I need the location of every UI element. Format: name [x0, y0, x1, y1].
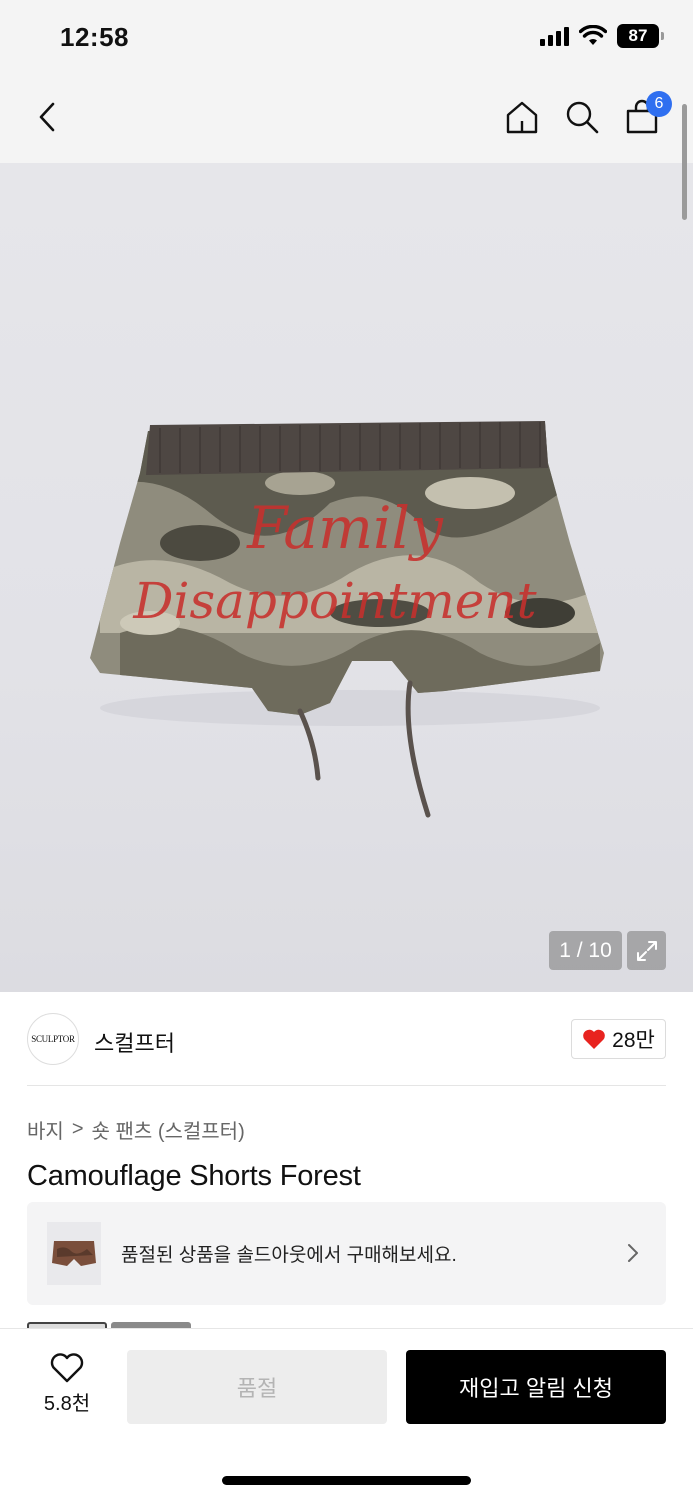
cellular-signal-icon [540, 26, 569, 46]
embroidered-text-disappointment: Disappointment [132, 572, 537, 630]
wifi-icon [579, 25, 607, 45]
heart-outline-icon [50, 1353, 84, 1383]
camouflage-shorts-image: Family Disappointment [90, 421, 604, 818]
scroll-indicator[interactable] [682, 104, 687, 220]
product-image[interactable]: Family Disappointment [0, 163, 693, 992]
search-icon [566, 101, 599, 134]
expand-icon [636, 940, 657, 961]
home-indicator [222, 1476, 471, 1485]
nav-bar: 6 [0, 75, 693, 163]
brand-like-count: 28만 [612, 1029, 655, 1052]
image-counter: 1 / 10 [549, 931, 622, 970]
restock-alert-button[interactable]: 재입고 알림 신청 [406, 1350, 666, 1424]
back-chevron-icon [39, 102, 55, 132]
home-button[interactable] [500, 95, 544, 139]
expand-image-button[interactable] [627, 931, 666, 970]
search-button[interactable] [560, 95, 604, 139]
soldout-button[interactable]: 품절 [127, 1350, 387, 1424]
bottom-action-bar: 5.8천 품절 재입고 알림 신청 [0, 1328, 693, 1500]
banner-thumbnail [47, 1222, 101, 1285]
brand-like-button[interactable]: 28만 [571, 1019, 666, 1059]
battery-icon: 87 [617, 24, 664, 48]
soldout-banner[interactable]: 품절된 상품을 솔드아웃에서 구매해보세요. [27, 1202, 666, 1305]
breadcrumb-item-subcategory[interactable]: 숏 팬츠 (스컬프터) [92, 1115, 245, 1144]
banner-text: 품절된 상품을 솔드아웃에서 구매해보세요. [121, 1245, 457, 1266]
brand-logo[interactable]: SCULPTOR [27, 1013, 79, 1065]
breadcrumb-separator: > [71, 1118, 84, 1140]
chevron-right-icon [628, 1244, 638, 1262]
back-button[interactable] [28, 95, 68, 139]
embroidered-text-family: Family [246, 494, 444, 562]
cart-button[interactable]: 6 [620, 91, 672, 139]
product-title: Camouflage Shorts Forest [27, 1160, 361, 1192]
status-time: 12:58 [60, 22, 129, 52]
divider [27, 1085, 666, 1086]
heart-filled-icon [583, 1029, 605, 1049]
breadcrumb-item-category[interactable]: 바지 [27, 1115, 64, 1144]
brand-row: SCULPTOR 스컬프터 28만 [0, 992, 693, 1086]
breadcrumb: 바지 > 숏 팬츠 (스컬프터) [27, 1115, 245, 1144]
cart-count-badge: 6 [646, 91, 672, 117]
wishlist-count: 5.8천 [43, 1393, 91, 1415]
status-indicators: 87 [540, 24, 664, 48]
brand-name[interactable]: 스컬프터 [94, 1026, 175, 1058]
wishlist-button[interactable]: 5.8천 [30, 1353, 104, 1425]
status-bar: 12:58 87 [0, 0, 693, 75]
home-icon [506, 101, 538, 134]
